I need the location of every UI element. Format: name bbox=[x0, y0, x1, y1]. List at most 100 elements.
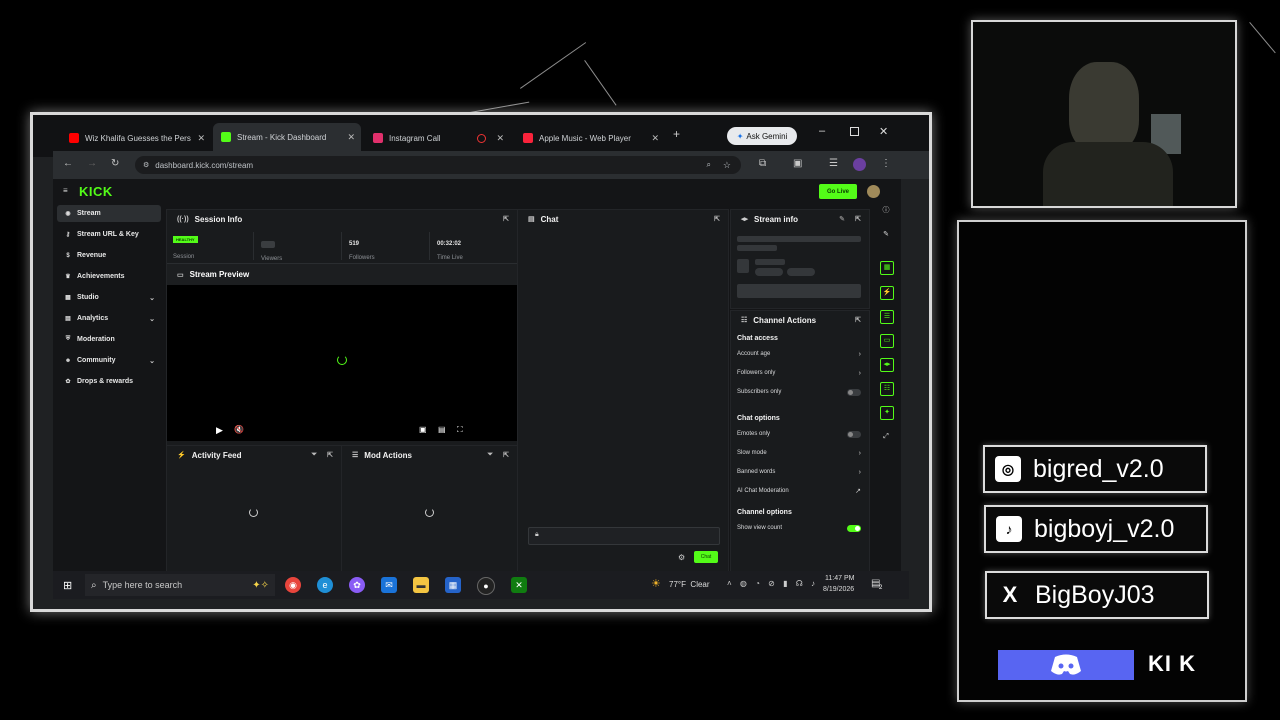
tab-youtube[interactable]: Wiz Khalifa Guesses the Perso ✕ bbox=[61, 127, 211, 149]
subscribers-only-toggle[interactable] bbox=[847, 388, 861, 396]
subscribers-only-option: Subscribers only bbox=[737, 385, 863, 399]
taskbar-search[interactable]: ⌕ Type here to search ✦✧ bbox=[85, 574, 275, 596]
sidebar-item-moderation[interactable]: ⛨ Moderation bbox=[57, 331, 161, 348]
bolt-icon[interactable]: ⚡ bbox=[880, 286, 894, 300]
file-explorer-icon[interactable]: ▬ bbox=[413, 577, 429, 593]
tab-apple-music[interactable]: Apple Music - Web Player ✕ bbox=[515, 127, 665, 149]
store-icon[interactable]: ▦ bbox=[445, 577, 461, 593]
chat-input[interactable]: 🔒︎ bbox=[528, 527, 720, 545]
slow-mode-option[interactable]: Slow mode › bbox=[737, 446, 863, 460]
wrench-icon[interactable]: ✦ bbox=[880, 406, 894, 420]
chat-icon[interactable]: ▭ bbox=[880, 334, 894, 348]
go-live-button[interactable]: Go Live bbox=[819, 184, 857, 199]
url-field[interactable]: ⚙ dashboard.kick.com/stream ⌕ ☆ bbox=[135, 156, 741, 174]
profile-icon[interactable] bbox=[853, 158, 866, 171]
sidebar-item-achievements[interactable]: ♛ Achievements bbox=[57, 268, 161, 285]
sparkle-icon: ✦ bbox=[736, 131, 744, 141]
ai-chat-moderation-option[interactable]: AI Chat Moderation ↗ bbox=[737, 484, 863, 498]
search-icon[interactable]: ⌕ bbox=[707, 160, 711, 170]
filter-icon[interactable]: ⏷ bbox=[311, 451, 317, 459]
site-info-icon[interactable]: ⚙ bbox=[143, 161, 149, 169]
sidebar-item-analytics[interactable]: ▤ Analytics ⌄ bbox=[57, 310, 161, 327]
channel-actions-icon[interactable]: ☷ bbox=[880, 382, 894, 396]
hamburger-icon[interactable]: ≡ bbox=[63, 186, 68, 195]
stat-value: 519 bbox=[349, 241, 360, 247]
popout-icon[interactable]: ⇱ bbox=[855, 215, 861, 223]
obs-icon[interactable]: ● bbox=[477, 577, 495, 595]
sidebar-item-drops[interactable]: ✿ Drops & rewards bbox=[57, 373, 161, 390]
close-icon[interactable]: ✕ bbox=[496, 133, 504, 144]
minimize-button[interactable]: – bbox=[819, 125, 825, 137]
sidebar-item-studio[interactable]: ▦ Studio ⌄ bbox=[57, 289, 161, 306]
studio-icon: ▦ bbox=[65, 295, 71, 301]
info-icon[interactable]: ⓘ bbox=[880, 205, 892, 217]
volume-icon[interactable]: 🔇 bbox=[234, 425, 244, 434]
outlook-icon[interactable]: ✉ bbox=[381, 577, 397, 593]
followers-only-option[interactable]: Followers only › bbox=[737, 366, 863, 380]
share-icon[interactable]: ⤢ bbox=[880, 431, 892, 443]
reading-list-icon[interactable]: ☰ bbox=[829, 158, 838, 169]
tab-kick-dashboard[interactable]: Stream - Kick Dashboard ✕ bbox=[213, 123, 361, 151]
broadcast-icon[interactable]: ◂▸ bbox=[880, 358, 894, 372]
edge-icon[interactable]: e bbox=[317, 577, 333, 593]
chevron-down-icon[interactable]: ⌄ bbox=[149, 315, 155, 323]
music-icon bbox=[523, 133, 533, 143]
chevron-down-icon[interactable]: ⌄ bbox=[149, 357, 155, 365]
layout-icon[interactable]: ▦ bbox=[880, 261, 894, 275]
play-icon[interactable]: ▶ bbox=[216, 425, 223, 436]
restore-button[interactable] bbox=[850, 127, 859, 136]
sidebar-item-community[interactable]: ☻ Community ⌄ bbox=[57, 352, 161, 369]
reload-icon[interactable]: ↻ bbox=[111, 158, 119, 169]
windows-start-icon[interactable]: ⊞ bbox=[63, 579, 72, 592]
star-icon[interactable]: ☆ bbox=[723, 160, 731, 171]
list-icon[interactable]: ☰ bbox=[880, 310, 894, 324]
back-icon[interactable]: ← bbox=[63, 158, 73, 169]
media-icon[interactable]: ▣ bbox=[793, 158, 802, 169]
theater-icon[interactable]: ▤ bbox=[438, 425, 446, 434]
avatar[interactable] bbox=[867, 185, 880, 198]
popout-icon[interactable]: ⇱ bbox=[503, 451, 509, 459]
chat-access-heading: Chat access bbox=[737, 335, 778, 342]
pencil-icon[interactable]: ✎ bbox=[880, 229, 892, 241]
chrome-icon[interactable]: ◉ bbox=[285, 577, 301, 593]
close-window-button[interactable]: ✕ bbox=[879, 125, 888, 138]
x-icon: X bbox=[1002, 582, 1018, 607]
banned-words-option[interactable]: Banned words › bbox=[737, 465, 863, 479]
option-label: Emotes only bbox=[737, 431, 771, 437]
pip-icon[interactable]: ▣ bbox=[419, 425, 427, 434]
xbox-icon[interactable]: ✕ bbox=[511, 577, 527, 593]
tray-icons[interactable]: ˄ ◍ ◔ ⊘ ▮ ☊ ♪ bbox=[727, 579, 818, 588]
skeleton-line bbox=[737, 236, 861, 242]
close-icon[interactable]: ✕ bbox=[347, 132, 355, 143]
chevron-down-icon[interactable]: ⌄ bbox=[149, 294, 155, 302]
popout-icon[interactable]: ⇱ bbox=[714, 215, 720, 223]
kick-logo[interactable]: KICK bbox=[79, 184, 113, 199]
gemini-button[interactable]: ✦ Ask Gemini bbox=[727, 127, 797, 145]
filter-icon[interactable]: ⏷ bbox=[487, 451, 493, 459]
menu-icon[interactable]: ⋮ bbox=[881, 158, 891, 169]
copilot-icon[interactable]: ✿ bbox=[349, 577, 365, 593]
sidebar-item-stream-url[interactable]: ⚷ Stream URL & Key bbox=[57, 226, 161, 243]
popout-icon[interactable]: ⇱ bbox=[327, 451, 333, 459]
account-age-option[interactable]: Account age › bbox=[737, 347, 863, 361]
popout-icon[interactable]: ⇱ bbox=[855, 316, 861, 324]
sidebar-item-stream[interactable]: ◉ Stream bbox=[57, 205, 161, 222]
show-view-count-toggle[interactable] bbox=[847, 524, 861, 532]
shield-icon: ⛨ bbox=[65, 336, 71, 342]
extensions-icon[interactable]: ⧉ bbox=[759, 158, 766, 169]
fullscreen-icon[interactable]: ⛶ bbox=[457, 425, 463, 435]
close-icon[interactable]: ✕ bbox=[651, 133, 659, 144]
chat-settings-icon[interactable]: ⚙ bbox=[678, 553, 685, 562]
forward-icon[interactable]: → bbox=[87, 158, 97, 169]
sidebar-item-label: Studio bbox=[77, 294, 99, 301]
emotes-only-toggle[interactable] bbox=[847, 430, 861, 438]
close-icon[interactable]: ✕ bbox=[197, 133, 205, 144]
sidebar: ◉ Stream ⚷ Stream URL & Key $ Revenue ♛ Achi… bbox=[53, 205, 166, 571]
tab-instagram[interactable]: Instagram Call ✕ bbox=[365, 127, 510, 149]
sidebar-item-revenue[interactable]: $ Revenue bbox=[57, 247, 161, 264]
new-tab-button[interactable]: + bbox=[673, 127, 680, 141]
chat-send-button[interactable]: Chat bbox=[694, 551, 718, 563]
edit-icon[interactable]: ✎ bbox=[839, 215, 845, 223]
search-icon: ⌕ bbox=[91, 579, 97, 591]
popout-icon[interactable]: ⇱ bbox=[503, 215, 509, 223]
